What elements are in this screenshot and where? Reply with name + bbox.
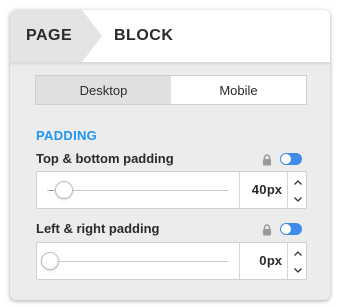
- chevron-down-icon: [293, 267, 302, 273]
- decrement-button[interactable]: [288, 190, 307, 208]
- value-number: 0: [259, 253, 267, 268]
- tab-page-label: PAGE: [26, 27, 73, 44]
- slider-thumb[interactable]: [41, 252, 59, 270]
- slider-track[interactable]: [47, 261, 228, 262]
- value-unit: px: [266, 253, 282, 268]
- tab-bar-shadow: [10, 62, 330, 66]
- slider-minor-tick: [49, 190, 53, 191]
- value-number: 40: [251, 182, 267, 197]
- device-toggle: Desktop Mobile: [35, 75, 307, 105]
- toggle-knob: [281, 224, 291, 234]
- device-option-mobile[interactable]: Mobile: [171, 76, 306, 104]
- toggle-switch[interactable]: [280, 153, 302, 165]
- slider-thumb[interactable]: [55, 181, 73, 199]
- toggle-knob: [281, 154, 291, 164]
- padding-settings-panel: PAGE BLOCK Desktop Mobile PADDING Top & …: [10, 10, 330, 300]
- section-title-padding: PADDING: [36, 128, 98, 143]
- tab-page[interactable]: PAGE: [10, 10, 102, 62]
- value-display[interactable]: 0px: [240, 253, 286, 268]
- field-label-top-bottom: Top & bottom padding: [36, 151, 174, 166]
- increment-button[interactable]: [288, 244, 307, 262]
- value-stepper: [288, 172, 307, 208]
- value-stepper: [288, 243, 307, 279]
- lock-icon[interactable]: [262, 153, 272, 166]
- value-unit: px: [266, 182, 282, 197]
- toggle-switch[interactable]: [280, 223, 302, 235]
- slider-field-top-bottom: 40px: [36, 171, 307, 209]
- slider-track[interactable]: [47, 190, 228, 191]
- chevron-down-icon: [293, 196, 302, 202]
- slider-field-left-right: 0px: [36, 242, 307, 280]
- value-display[interactable]: 40px: [240, 182, 286, 197]
- field-label-left-right: Left & right padding: [36, 221, 160, 236]
- tab-bar: PAGE BLOCK: [10, 10, 330, 62]
- lock-icon[interactable]: [262, 223, 272, 236]
- device-option-desktop[interactable]: Desktop: [36, 76, 171, 104]
- decrement-button[interactable]: [288, 261, 307, 279]
- chevron-up-icon: [293, 179, 302, 185]
- increment-button[interactable]: [288, 173, 307, 191]
- tab-block-label: BLOCK: [114, 27, 174, 44]
- chevron-up-icon: [293, 250, 302, 256]
